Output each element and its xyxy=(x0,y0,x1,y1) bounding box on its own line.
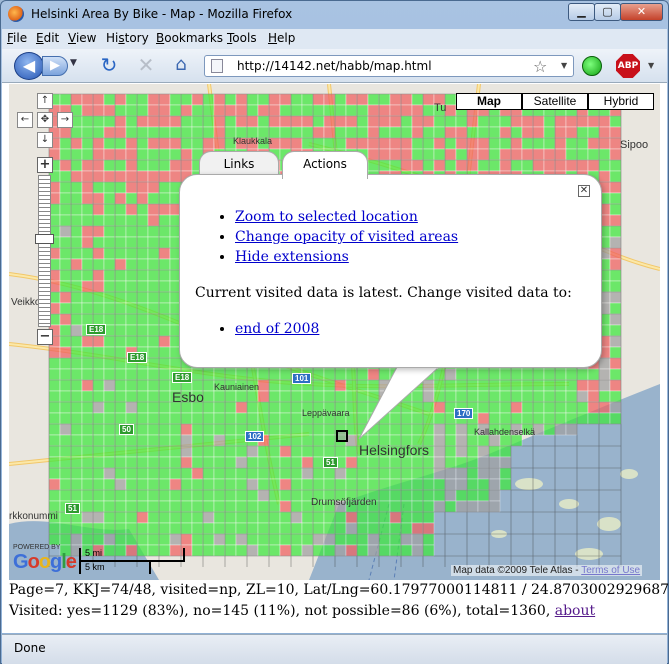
menu-bar: File Edit View History Bookmarks Tools H… xyxy=(2,29,667,49)
browser-window: Helsinki Area By Bike - Map - Mozilla Fi… xyxy=(0,0,669,664)
selected-location-marker[interactable] xyxy=(336,430,348,442)
menu-view[interactable]: View xyxy=(68,31,96,45)
road-shield: E18 xyxy=(172,372,193,383)
zoom-slider-handle[interactable] xyxy=(35,234,54,244)
google-logo-letter: o xyxy=(27,551,40,573)
forward-arrow-icon[interactable]: ▶ xyxy=(42,56,68,76)
status-text: Done xyxy=(14,641,46,655)
road-shield: 170 xyxy=(454,408,474,419)
google-logo[interactable]: POWERED BY Google xyxy=(13,544,77,574)
adblock-dropdown-icon[interactable]: ▼ xyxy=(648,61,654,70)
visited-stats-line: Visited: yes=1129 (83%), no=145 (11%), n… xyxy=(9,603,596,619)
map-scale: 5 mi 5 km xyxy=(79,548,185,574)
road-shield: 50 xyxy=(119,424,134,435)
location-info-line: Page=7, KKJ=74/48, visited=np, ZL=10, La… xyxy=(9,582,669,598)
list-item: Hide extensions xyxy=(235,249,458,265)
stop-icon[interactable]: ✕ xyxy=(135,54,157,76)
menu-tools[interactable]: Tools xyxy=(227,31,257,45)
url-bar[interactable]: http://14142.net/habb/map.html ☆ ▼ xyxy=(204,55,574,77)
list-item: Zoom to selected location xyxy=(235,209,458,225)
bookmark-star-icon[interactable]: ☆ xyxy=(533,57,547,76)
url-text[interactable]: http://14142.net/habb/map.html xyxy=(237,59,432,73)
pan-right-icon[interactable]: → xyxy=(57,112,73,128)
terms-of-use-link[interactable]: Terms of Use xyxy=(581,565,640,576)
list-item: end of 2008 xyxy=(235,321,319,337)
url-dropdown-icon[interactable]: ▼ xyxy=(561,61,567,70)
scale-miles: 5 mi xyxy=(85,548,103,558)
close-icon[interactable]: ✕ xyxy=(578,185,590,197)
google-logo-letter: o xyxy=(38,551,51,573)
place-label: Tu xyxy=(434,102,447,114)
zoom-in-button[interactable]: + xyxy=(37,157,53,173)
pan-down-icon[interactable]: ↓ xyxy=(37,132,53,148)
place-label: Klaukkala xyxy=(233,136,273,146)
navigation-toolbar: ◀ ▶ ▼ ↻ ✕ ⌂ http://14142.net/habb/map.ht… xyxy=(2,49,667,83)
road-shield: E18 xyxy=(86,324,107,335)
title-bar: Helsinki Area By Bike - Map - Mozilla Fi… xyxy=(1,1,668,29)
zoom-slider[interactable] xyxy=(38,175,51,327)
place-label: Kauniainen xyxy=(214,382,260,392)
minimize-button[interactable]: ▁ xyxy=(568,3,595,21)
back-arrow-icon[interactable]: ◀ xyxy=(14,52,44,80)
road-shield: E18 xyxy=(127,352,148,363)
window-title: Helsinki Area By Bike - Map - Mozilla Fi… xyxy=(31,7,293,21)
change-opacity-link[interactable]: Change opacity of visited areas xyxy=(235,229,458,245)
end-of-2008-link[interactable]: end of 2008 xyxy=(235,321,319,337)
close-button[interactable]: ✕ xyxy=(620,3,663,21)
list-item: Change opacity of visited areas xyxy=(235,229,458,245)
hide-extensions-link[interactable]: Hide extensions xyxy=(235,249,349,265)
menu-file[interactable]: File xyxy=(7,31,27,45)
menu-history[interactable]: History xyxy=(106,31,149,45)
map-canvas[interactable]: Tu Sipoo Veikko Esbo Kauniainen Leppävaa… xyxy=(9,84,660,580)
menu-edit[interactable]: Edit xyxy=(36,31,59,45)
menu-bookmarks[interactable]: Bookmarks xyxy=(156,31,223,45)
place-label: Veikko xyxy=(11,297,41,308)
road-shield: 101 xyxy=(292,373,312,384)
place-label: Helsingfors xyxy=(359,442,430,458)
road-shield: 51 xyxy=(65,503,80,514)
place-label: Sipoo xyxy=(620,139,649,151)
map-type-satellite[interactable]: Satellite xyxy=(522,93,588,110)
about-link[interactable]: about xyxy=(555,603,595,619)
map-copyright: Map data ©2009 Tele Atlas - Terms of Use xyxy=(451,565,643,576)
place-label: Drumsöfjärden xyxy=(311,497,377,508)
pan-up-icon[interactable]: ↑ xyxy=(37,93,53,109)
visited-data-text: Current visited data is latest. Change v… xyxy=(195,285,572,301)
road-shield: 51 xyxy=(323,457,338,468)
powered-by-label: POWERED BY xyxy=(13,544,61,551)
reload-icon[interactable]: ↻ xyxy=(98,54,120,76)
place-label: Kallahdenselkä xyxy=(474,427,536,437)
status-bar: Done xyxy=(2,634,667,664)
data-options-list: end of 2008 xyxy=(235,321,319,341)
road-shield: 102 xyxy=(245,431,265,442)
maximize-button[interactable]: ▢ xyxy=(594,3,621,21)
place-label: rkkonummi xyxy=(9,511,58,522)
google-logo-letter: G xyxy=(13,551,29,573)
page-icon xyxy=(211,59,223,73)
scale-km: 5 km xyxy=(85,562,105,572)
menu-help[interactable]: Help xyxy=(268,31,295,45)
map-type-map[interactable]: Map xyxy=(456,93,522,110)
green-status-icon[interactable] xyxy=(582,56,602,76)
pan-center-icon[interactable]: ✥ xyxy=(37,112,53,128)
tab-actions[interactable]: Actions xyxy=(282,151,368,179)
adblock-plus-icon[interactable]: ABP xyxy=(616,54,640,78)
map-type-hybrid[interactable]: Hybrid xyxy=(588,93,654,110)
pan-left-icon[interactable]: ← xyxy=(17,112,33,128)
place-label: Leppävaara xyxy=(302,408,350,418)
google-logo-letter: g xyxy=(50,551,62,573)
zoom-to-location-link[interactable]: Zoom to selected location xyxy=(235,209,418,225)
firefox-icon xyxy=(8,6,24,22)
map-info-window: ✕ Zoom to selected location Change opaci… xyxy=(179,174,602,368)
actions-list: Zoom to selected location Change opacity… xyxy=(235,209,458,269)
history-dropdown-icon[interactable]: ▼ xyxy=(70,58,77,68)
google-logo-letter: e xyxy=(65,551,77,573)
place-label: Esbo xyxy=(172,389,204,405)
home-icon[interactable]: ⌂ xyxy=(170,54,192,76)
zoom-out-button[interactable]: − xyxy=(37,329,53,345)
